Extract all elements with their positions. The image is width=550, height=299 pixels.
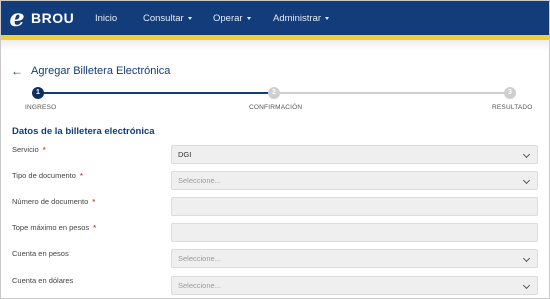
nav-item-inicio[interactable]: Inicio xyxy=(95,1,117,35)
tope-maximo-input[interactable] xyxy=(171,223,538,242)
chevron-down-icon xyxy=(522,150,531,159)
chevron-down-icon xyxy=(522,281,531,290)
page-header: ← Agregar Billetera Electrónica xyxy=(11,64,170,78)
select-placeholder: Seleccione... xyxy=(178,176,221,185)
section-title: Datos de la billetera electrónica xyxy=(12,126,155,137)
label-numero-documento: Número de documento * xyxy=(12,197,95,206)
selected-value: DGI xyxy=(178,150,192,159)
nav-item-label: Consultar xyxy=(143,12,184,24)
logo-text: BROU xyxy=(31,10,75,26)
servicio-select[interactable]: DGI xyxy=(171,145,538,164)
caret-down-icon xyxy=(246,17,251,20)
field-label: Servicio xyxy=(12,145,39,154)
chevron-down-icon xyxy=(522,176,531,185)
required-asterisk: * xyxy=(92,197,96,206)
stepper-track-completed xyxy=(38,92,274,94)
field-label: Tope máximo en pesos xyxy=(12,223,90,232)
step-2-indicator: 2 xyxy=(268,87,280,99)
field-label: Cuenta en pesos xyxy=(12,249,69,258)
chevron-down-icon xyxy=(522,254,531,263)
step-3-label: RESULTADO xyxy=(492,104,533,111)
caret-down-icon xyxy=(325,17,330,20)
select-placeholder: Seleccione... xyxy=(178,281,221,290)
nav-item-operar[interactable]: Operar xyxy=(213,1,251,35)
label-servicio: Servicio * xyxy=(12,145,46,154)
arrow-left-icon[interactable]: ← xyxy=(11,65,23,77)
step-3-indicator: 3 xyxy=(504,87,516,99)
cuenta-pesos-select[interactable]: Seleccione... xyxy=(171,249,538,268)
tipo-documento-select[interactable]: Seleccione... xyxy=(171,171,538,190)
cuenta-dolares-select[interactable]: Seleccione... xyxy=(171,276,538,295)
step-1-indicator: 1 xyxy=(32,87,44,99)
stepper-track-pending xyxy=(280,92,510,94)
nav-item-label: Operar xyxy=(213,12,243,24)
numero-documento-input[interactable] xyxy=(171,197,538,216)
required-asterisk: * xyxy=(79,171,83,180)
select-placeholder: Seleccione... xyxy=(178,254,221,263)
nav-item-administrar[interactable]: Administrar xyxy=(273,1,330,35)
nav-item-label: Administrar xyxy=(273,12,322,24)
logo-e-icon: e xyxy=(9,3,25,32)
field-label: Cuenta en dólares xyxy=(12,276,74,285)
step-2-label: CONFIRMACIÓN xyxy=(249,104,303,111)
app-window: e BROU Inicio Consultar Operar Administr… xyxy=(0,0,550,299)
field-label: Número de documento xyxy=(12,197,89,206)
step-1-label: INGRESO xyxy=(25,104,57,111)
brou-logo[interactable]: e BROU xyxy=(7,6,74,30)
nav-item-label: Inicio xyxy=(95,12,118,24)
required-asterisk: * xyxy=(93,223,97,232)
label-cuenta-pesos: Cuenta en pesos xyxy=(12,249,69,258)
top-navigation-bar: e BROU Inicio Consultar Operar Administr… xyxy=(1,1,549,35)
field-label: Tipo de documento xyxy=(12,171,76,180)
required-asterisk: * xyxy=(42,145,46,154)
page-title: Agregar Billetera Electrónica xyxy=(31,65,171,77)
caret-down-icon xyxy=(187,17,192,20)
header-shadow xyxy=(1,40,549,50)
label-tope-maximo: Tope máximo en pesos * xyxy=(12,223,96,232)
label-tipo-documento: Tipo de documento * xyxy=(12,171,83,180)
nav-item-consultar[interactable]: Consultar xyxy=(143,1,192,35)
label-cuenta-dolares: Cuenta en dólares xyxy=(12,276,73,285)
